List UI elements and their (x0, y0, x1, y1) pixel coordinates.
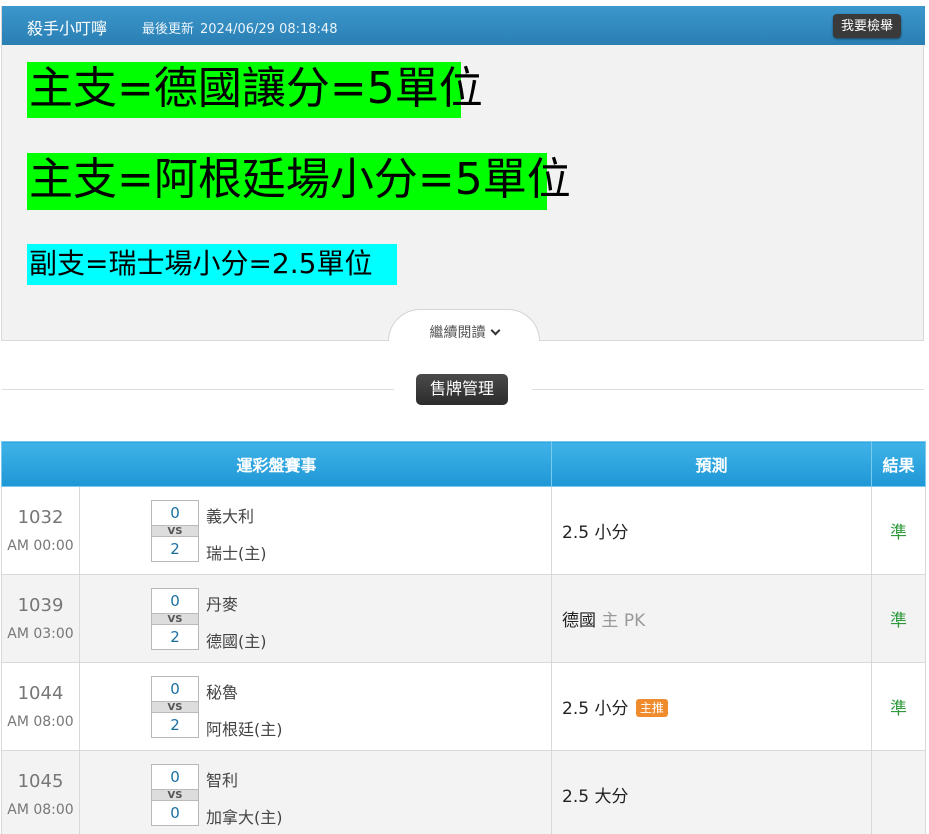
home-score: 2 (170, 716, 180, 734)
home-score: 0 (170, 804, 180, 822)
sales-management-button[interactable]: 售牌管理 (416, 374, 508, 405)
chevron-down-icon (490, 325, 500, 336)
last-updated-time: 2024/06/29 08:18:48 (200, 22, 338, 37)
game-time: AM 08:00 (7, 714, 74, 730)
home-team: 阿根廷(主) (206, 720, 283, 739)
game-id: 1045 (17, 771, 64, 792)
vs-label: VS (152, 525, 198, 537)
vs-label: VS (152, 789, 198, 801)
prediction: 2.5 小分 (552, 518, 871, 543)
header-result: 結果 (871, 441, 927, 487)
divider-left (2, 389, 394, 390)
home-score: 2 (170, 628, 180, 646)
read-more-button[interactable]: 繼續閱讀 (388, 309, 540, 341)
prediction-text: 2.5 小分 (562, 699, 629, 719)
game-id: 1039 (17, 595, 64, 616)
prediction: 2.5 小分 主推 (552, 694, 871, 719)
page: 殺手小叮嚀 最後更新 2024/06/29 08:18:48 我要檢舉 主支=德國… (0, 0, 929, 834)
divider-right (532, 389, 924, 390)
author-name[interactable]: 殺手小叮嚀 (27, 15, 107, 39)
game-time: AM 00:00 (7, 538, 74, 554)
vs-label: VS (152, 701, 198, 713)
prediction-text: 2.5 大分 (562, 787, 629, 807)
home-team: 德國(主) (206, 632, 267, 651)
prediction-text: 德國 (562, 611, 597, 631)
score-box: 0 VS 0 (151, 764, 199, 826)
result: 準 (890, 611, 908, 631)
headline-primary-argentina: 主支=阿根廷場小分=5單位 (27, 153, 571, 210)
article-card: 殺手小叮嚀 最後更新 2024/06/29 08:18:48 我要檢舉 主支=德國… (1, 6, 925, 341)
read-more-label: 繼續閱讀 (429, 325, 486, 341)
home-score: 2 (170, 540, 180, 558)
prediction-text: 2.5 小分 (562, 523, 629, 543)
featured-badge: 主推 (635, 699, 668, 717)
game-time: AM 08:00 (7, 802, 74, 818)
away-score: 0 (170, 680, 180, 698)
away-score: 0 (170, 504, 180, 522)
score-box: 0 VS 2 (151, 588, 199, 650)
article-header: 殺手小叮嚀 最後更新 2024/06/29 08:18:48 我要檢舉 (2, 6, 925, 45)
last-updated: 最後更新 2024/06/29 08:18:48 (142, 18, 343, 37)
table-row: 1032 AM 00:00 0 VS 2 義大利 瑞士(主) 2.5 小分 準 (1, 486, 927, 575)
away-team: 秘魯 (206, 683, 239, 702)
report-button[interactable]: 我要檢舉 (832, 14, 901, 38)
table-row: 1044 AM 08:00 0 VS 2 秘魯 阿根廷(主) 2.5 小分 主推 … (1, 662, 927, 751)
home-team: 瑞士(主) (206, 544, 267, 563)
game-time: AM 03:00 (7, 626, 74, 642)
result: 準 (890, 523, 908, 543)
game-id: 1032 (17, 507, 64, 528)
prediction-table: 運彩盤賽事 預測 結果 1032 AM 00:00 0 VS 2 義大利 瑞士(主… (0, 441, 927, 834)
last-updated-label: 最後更新 (142, 22, 195, 37)
header-match: 運彩盤賽事 (0, 441, 553, 487)
game-id: 1044 (17, 683, 64, 704)
score-box: 0 VS 2 (151, 676, 199, 738)
headline-primary-germany: 主支=德國讓分=5單位 (27, 62, 483, 118)
vs-label: VS (152, 613, 198, 625)
score-box: 0 VS 2 (151, 500, 199, 562)
table-row: 1039 AM 03:00 0 VS 2 丹麥 德國(主) 德國 主 PK 準 (1, 574, 927, 663)
header-prediction: 預測 (551, 441, 873, 487)
headline-secondary-switzerland: 副支=瑞士場小分=2.5單位 (27, 244, 397, 285)
away-team: 智利 (206, 771, 239, 790)
prediction: 2.5 大分 (552, 782, 871, 807)
prediction-extra: 主 PK (601, 611, 646, 631)
result: 準 (890, 699, 908, 719)
prediction: 德國 主 PK (552, 606, 871, 631)
home-team: 加拿大(主) (206, 808, 283, 827)
away-score: 0 (170, 592, 180, 610)
away-score: 0 (170, 768, 180, 786)
table-row: 1045 AM 08:00 0 VS 0 智利 加拿大(主) 2.5 大分 (1, 750, 927, 834)
away-team: 義大利 (206, 507, 255, 526)
away-team: 丹麥 (206, 595, 239, 614)
